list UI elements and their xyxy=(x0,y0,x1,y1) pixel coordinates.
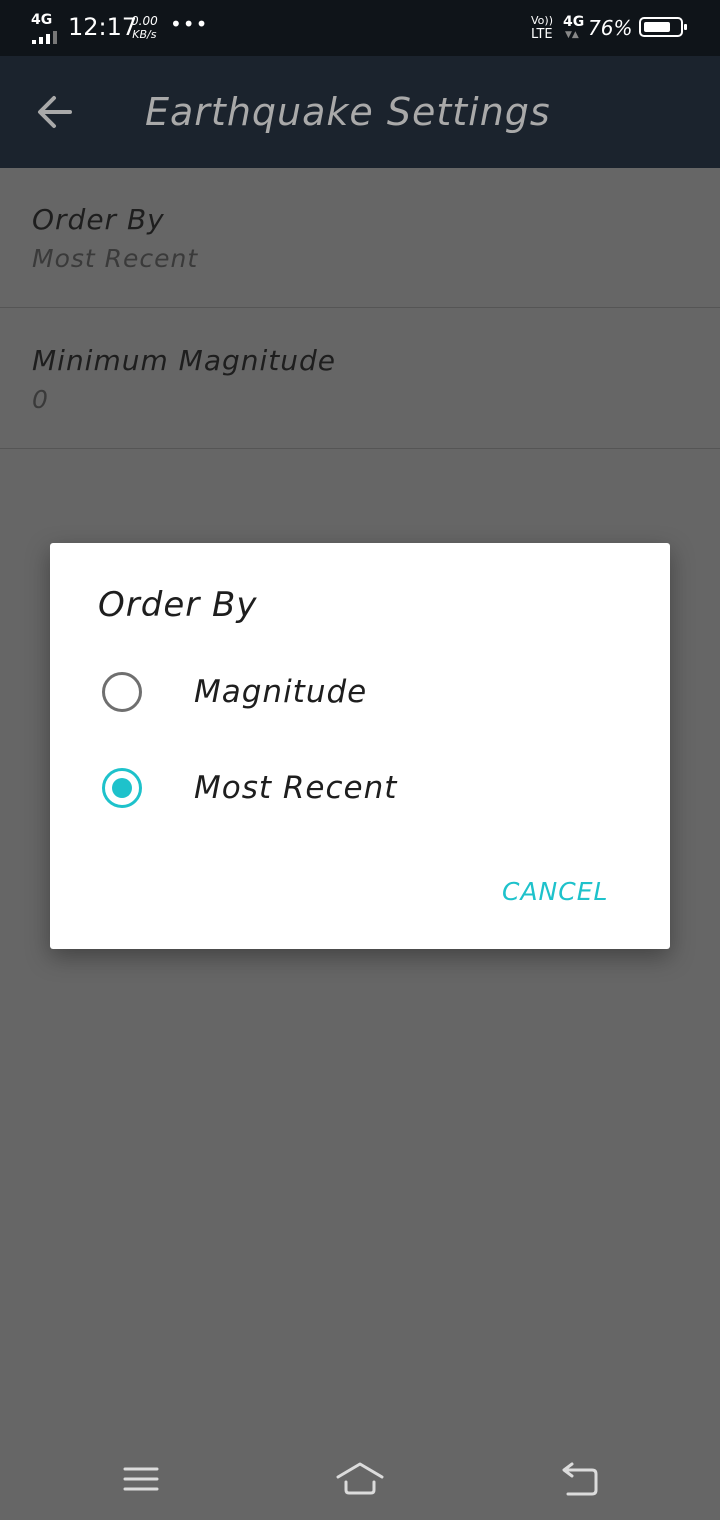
navigation-bar xyxy=(0,1430,720,1520)
volte-icon: Vo)) LTE xyxy=(531,14,553,42)
signal-icon: 4G xyxy=(31,12,57,44)
cancel-button[interactable]: CANCEL xyxy=(502,875,608,909)
network-type-left: 4G xyxy=(31,12,53,28)
menu-icon[interactable] xyxy=(122,1464,160,1494)
arrow-left-icon[interactable] xyxy=(34,92,78,132)
preference-title: Minimum Magnitude xyxy=(32,344,336,377)
network-type-right: 4G xyxy=(563,14,585,30)
back-icon[interactable] xyxy=(558,1462,600,1496)
radio-button-selected[interactable] xyxy=(102,768,142,808)
option-magnitude[interactable]: Magnitude xyxy=(50,647,670,737)
page-title: Earthquake Settings xyxy=(145,90,551,134)
battery-percent: 76% xyxy=(588,16,633,40)
status-bar: 4G 12:17 0.00 KB/s ••• Vo)) LTE 4G ▼▲ 76… xyxy=(0,0,720,56)
option-most-recent[interactable]: Most Recent xyxy=(50,743,670,833)
radio-button-unselected[interactable] xyxy=(102,672,142,712)
network-speed: 0.00 KB/s xyxy=(131,14,158,41)
dialog-title: Order By xyxy=(98,585,258,625)
option-label: Most Recent xyxy=(194,770,398,806)
order-by-dialog: Order By Magnitude Most Recent CANCEL xyxy=(50,543,670,949)
preference-order-by[interactable]: Order By Most Recent xyxy=(0,168,720,308)
preference-summary: 0 xyxy=(32,385,49,414)
clock: 12:17 xyxy=(68,13,138,41)
app-bar: Earthquake Settings xyxy=(0,56,720,168)
battery-icon xyxy=(639,17,687,37)
preference-title: Order By xyxy=(32,203,165,236)
option-label: Magnitude xyxy=(194,674,368,710)
more-notifications-icon: ••• xyxy=(170,12,209,36)
preference-summary: Most Recent xyxy=(32,244,199,273)
data-activity-icon: ▼▲ xyxy=(565,30,579,40)
home-icon[interactable] xyxy=(334,1460,386,1496)
preference-minimum-magnitude[interactable]: Minimum Magnitude 0 xyxy=(0,309,720,449)
